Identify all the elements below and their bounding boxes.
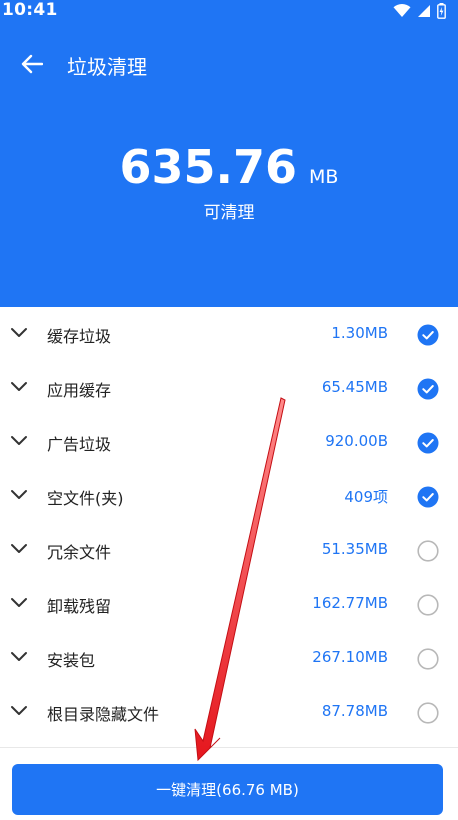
cleanable-size-unit: MB (309, 166, 339, 188)
chevron-down-icon[interactable] (10, 434, 28, 448)
cleanable-size: 635.76 MB (120, 138, 339, 196)
chevron-down-icon[interactable] (10, 380, 28, 394)
checked-circle-icon[interactable] (417, 324, 439, 346)
signal-icon (418, 5, 430, 17)
arrow-left-icon (21, 54, 43, 74)
back-button[interactable] (14, 48, 50, 80)
status-icons (393, 2, 446, 20)
page-title: 垃圾清理 (67, 55, 147, 79)
status-bar: 10:41 (0, 0, 458, 22)
category-size: 267.10MB (312, 648, 388, 666)
cleanable-size-value: 635.76 (119, 140, 298, 194)
junk-cleaner-screen: 10:41 垃圾清理 635.76 MB 可清理 缓存垃圾 1.30MB 应用缓… (0, 0, 458, 820)
toolbar: 垃圾清理 (0, 40, 458, 88)
bottom-divider (0, 747, 458, 748)
category-size: 409项 (344, 488, 388, 506)
checked-circle-icon[interactable] (417, 378, 439, 400)
one-click-clean-button[interactable]: 一键清理(66.76 MB) (12, 764, 443, 815)
chevron-down-icon[interactable] (10, 542, 28, 556)
category-row[interactable]: 广告垃圾 920.00B (0, 415, 458, 469)
category-name: 应用缓存 (47, 381, 112, 400)
category-row[interactable]: 安装包 267.10MB (0, 631, 458, 685)
cleanable-label: 可清理 (203, 203, 255, 223)
category-name: 缓存垃圾 (47, 327, 112, 346)
junk-category-list: 缓存垃圾 1.30MB 应用缓存 65.45MB 广告垃圾 920.00B 空文件(夹) 40… (0, 307, 458, 739)
chevron-down-icon[interactable] (10, 596, 28, 610)
category-size: 162.77MB (312, 594, 388, 612)
category-row[interactable]: 冗余文件 51.35MB (0, 523, 458, 577)
header-panel: 10:41 垃圾清理 635.76 MB 可清理 (0, 0, 458, 307)
category-row[interactable]: 应用缓存 65.45MB (0, 361, 458, 415)
category-size: 1.30MB (331, 324, 388, 342)
category-name: 安装包 (47, 651, 96, 670)
category-size: 65.45MB (321, 378, 388, 396)
battery-icon (437, 3, 446, 19)
status-time: 10:41 (2, 0, 58, 20)
wifi-icon (393, 4, 411, 17)
unchecked-circle-icon[interactable] (417, 540, 439, 562)
category-name: 空文件(夹) (47, 489, 124, 508)
cleanable-summary: 635.76 MB 可清理 (0, 138, 458, 223)
category-size: 920.00B (325, 432, 388, 450)
checked-circle-icon[interactable] (417, 432, 439, 454)
unchecked-circle-icon[interactable] (417, 702, 439, 724)
checked-circle-icon[interactable] (417, 486, 439, 508)
chevron-down-icon[interactable] (10, 704, 28, 718)
chevron-down-icon[interactable] (10, 488, 28, 502)
category-name: 冗余文件 (47, 543, 112, 562)
category-name: 卸载残留 (47, 597, 112, 616)
category-name: 根目录隐藏文件 (47, 705, 160, 724)
category-size: 51.35MB (321, 540, 388, 558)
unchecked-circle-icon[interactable] (417, 594, 439, 616)
chevron-down-icon[interactable] (10, 650, 28, 664)
category-name: 广告垃圾 (47, 435, 112, 454)
category-row[interactable]: 根目录隐藏文件 87.78MB (0, 685, 458, 739)
category-row[interactable]: 缓存垃圾 1.30MB (0, 307, 458, 361)
chevron-down-icon[interactable] (10, 326, 28, 340)
unchecked-circle-icon[interactable] (417, 648, 439, 670)
category-size: 87.78MB (321, 702, 388, 720)
category-row[interactable]: 空文件(夹) 409项 (0, 469, 458, 523)
category-row[interactable]: 卸载残留 162.77MB (0, 577, 458, 631)
